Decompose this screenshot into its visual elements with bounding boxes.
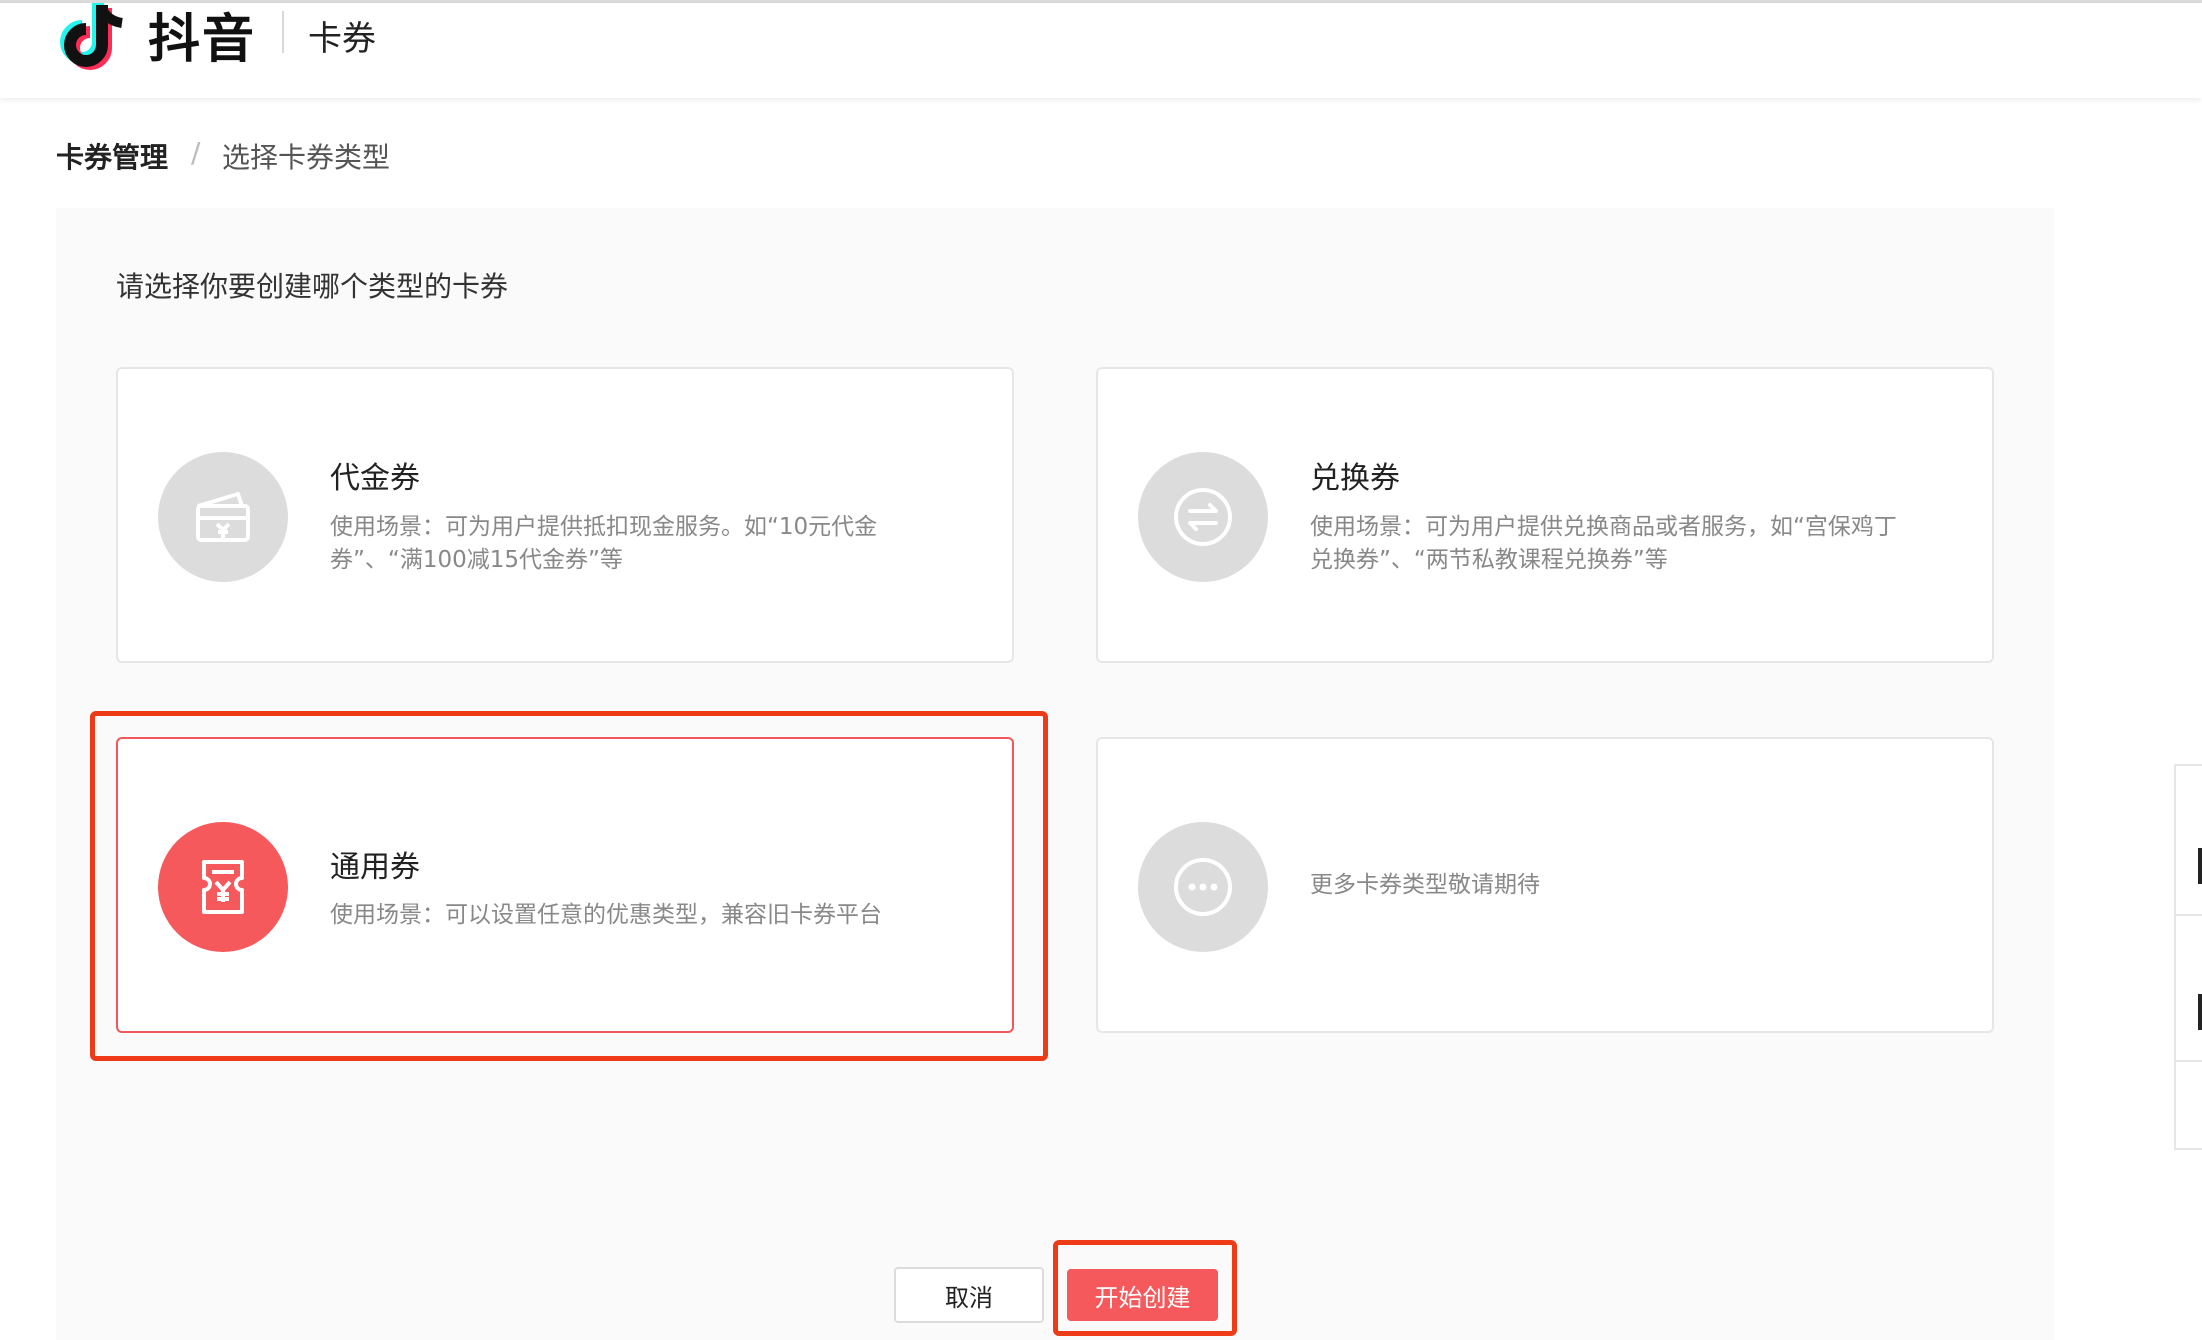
card-description: 使用场景：可为用户提供抵扣现金服务。如“10元代金券”、“满100减15代金券”… [330, 514, 878, 573]
exchange-arrows-icon [1138, 452, 1268, 582]
side-toolbar-divider [2176, 914, 2202, 916]
highlight-annotation-general-voucher [90, 711, 1048, 1061]
breadcrumb-item-current: 选择卡券类型 [222, 141, 391, 174]
side-toolbar-divider [2176, 1060, 2202, 1062]
douyin-logo-icon[interactable] [56, 2, 136, 73]
card-description: 更多卡券类型敬请期待 [1310, 872, 1540, 898]
card-type-exchange-voucher[interactable]: 兑换券 使用场景：可为用户提供兑换商品或者服务，如“宫保鸡丁兑换券”、“两节私教… [1096, 367, 1994, 663]
wallet-yen-icon [158, 452, 288, 582]
header-divider [282, 11, 284, 53]
breadcrumb-separator: / [191, 136, 201, 169]
more-dots-icon [1138, 822, 1268, 952]
card-type-cash-voucher[interactable]: 代金券 使用场景：可为用户提供抵扣现金服务。如“10元代金券”、“满100减15… [116, 367, 1014, 663]
page-prompt: 请选择你要创建哪个类型的卡券 [116, 270, 509, 303]
card-title: 兑换券 [1310, 461, 1400, 496]
app-section-title: 卡券 [308, 19, 376, 59]
side-toolbar-glyph [2198, 848, 2202, 884]
card-more-types-placeholder: 更多卡券类型敬请期待 [1096, 737, 1994, 1033]
cancel-button[interactable]: 取消 [894, 1267, 1044, 1323]
app-header: 抖音 卡券 [0, 2, 2202, 98]
start-create-button[interactable]: 开始创建 [1067, 1269, 1218, 1321]
brand-name: 抖音 [148, 10, 257, 70]
card-title: 代金券 [330, 461, 420, 496]
floating-side-toolbar[interactable] [2174, 764, 2202, 1150]
side-toolbar-glyph [2198, 994, 2202, 1030]
card-description: 使用场景：可为用户提供兑换商品或者服务，如“宫保鸡丁兑换券”、“两节私教课程兑换… [1310, 514, 1897, 573]
breadcrumb-item-card-management[interactable]: 卡券管理 [56, 136, 168, 176]
